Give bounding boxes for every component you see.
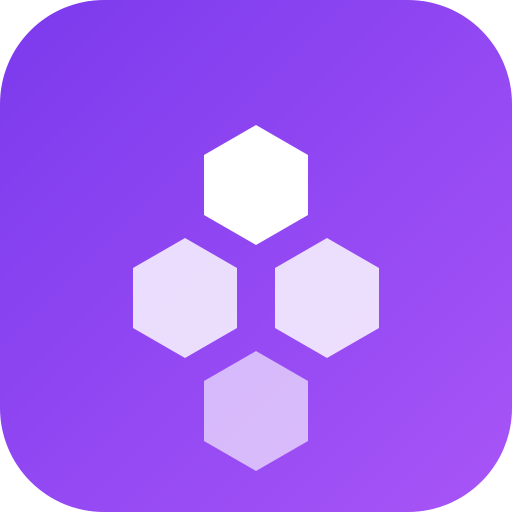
app-icon-graphic xyxy=(0,0,512,512)
app-icon xyxy=(0,0,512,512)
